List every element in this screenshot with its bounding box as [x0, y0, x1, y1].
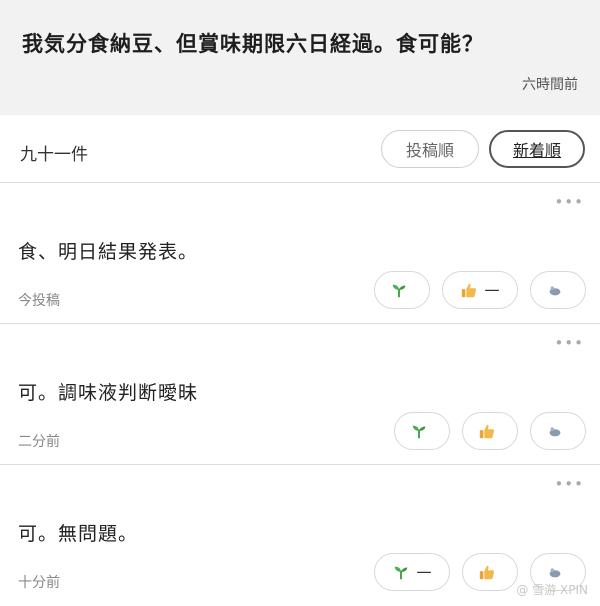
bad-button[interactable] — [530, 271, 586, 309]
watermark: @ 雪游 XPIN — [516, 583, 588, 597]
like-button[interactable] — [462, 553, 518, 591]
sprout-count: 一 — [416, 563, 432, 582]
thumbs-up-icon — [479, 565, 495, 580]
sprout-button[interactable] — [374, 271, 430, 309]
more-dots-icon[interactable]: ••• — [554, 475, 584, 493]
bad-icon — [549, 427, 561, 437]
like-button[interactable] — [462, 412, 518, 450]
bad-button[interactable] — [530, 412, 586, 450]
answer-item: ••• 食、明日結果発表。 今投稿 一 — [0, 183, 600, 324]
answer-time: 今投稿 — [18, 293, 60, 309]
answer-item: ••• 可。調味液判断曖昧 二分前 — [0, 324, 600, 465]
more-dots-icon[interactable]: ••• — [554, 334, 584, 352]
question-time: 六時間前 — [522, 77, 578, 93]
sort-bar: 九十一件 投稿順 新着順 — [0, 116, 600, 183]
sprout-icon — [392, 284, 406, 298]
thumbs-up-icon — [479, 424, 495, 439]
like-button[interactable]: 一 — [442, 271, 518, 309]
bad-icon — [549, 286, 561, 296]
answer-text: 可。調味液判断曖昧 — [18, 382, 199, 404]
more-dots-icon[interactable]: ••• — [554, 193, 584, 211]
bad-icon — [549, 568, 561, 578]
answer-time: 十分前 — [18, 575, 60, 591]
answer-text: 食、明日結果発表。 — [18, 241, 199, 263]
answer-text: 可。無問題。 — [18, 523, 139, 545]
sprout-button[interactable]: 一 — [374, 553, 450, 591]
sprout-icon — [412, 425, 426, 439]
answer-item: ••• 可。無問題。 十分前 一 — [0, 465, 600, 605]
answer-count: 九十一件 — [20, 145, 88, 165]
sprout-button[interactable] — [394, 412, 450, 450]
question-panel: 我気分食納豆、但賞味期限六日経過。食可能？ 六時間前 — [0, 0, 600, 115]
answer-time: 二分前 — [18, 434, 60, 450]
sort-by-post-button[interactable]: 投稿順 — [381, 130, 479, 168]
thumbs-up-icon — [462, 283, 477, 298]
sort-by-new-button[interactable]: 新着順 — [489, 130, 585, 168]
like-count: 一 — [484, 281, 500, 300]
question-text: 我気分食納豆、但賞味期限六日経過。食可能？ — [22, 32, 484, 56]
sprout-icon — [395, 566, 408, 580]
